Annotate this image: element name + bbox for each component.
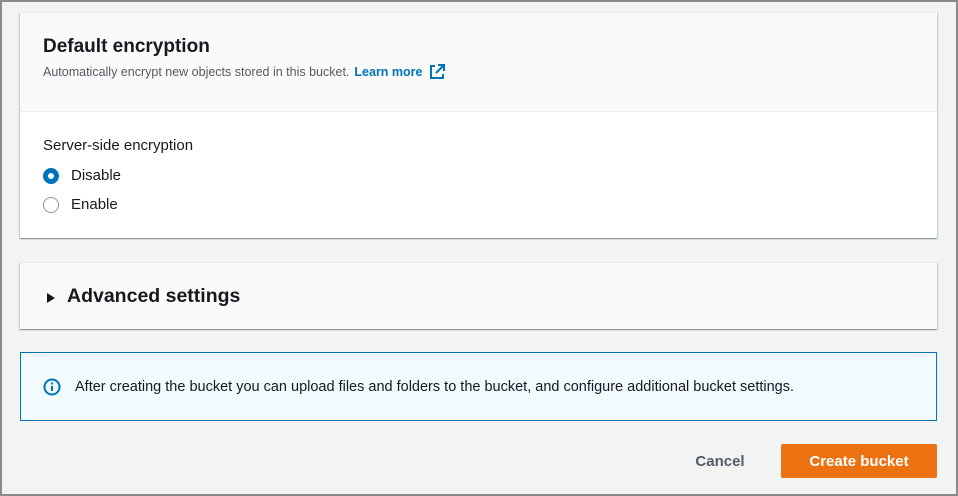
default-encryption-panel: Default encryption Automatically encrypt… <box>20 12 937 238</box>
default-encryption-description: Automatically encrypt new objects stored… <box>43 63 937 81</box>
info-circle-icon <box>43 378 61 396</box>
info-alert: After creating the bucket you can upload… <box>20 352 937 421</box>
default-encryption-title: Default encryption <box>43 36 210 57</box>
radio-disable-label: Disable <box>71 167 122 184</box>
advanced-settings-toggle[interactable]: Advanced settings <box>20 263 937 330</box>
create-bucket-button[interactable]: Create bucket <box>781 444 937 478</box>
advanced-settings-title: Advanced settings <box>67 285 241 307</box>
radio-option-disable[interactable]: Disable <box>43 161 937 190</box>
radio-enable-label: Enable <box>71 196 118 213</box>
learn-more-link[interactable]: Learn more <box>354 63 422 81</box>
cancel-button[interactable]: Cancel <box>680 444 760 478</box>
caret-right-icon <box>45 291 57 303</box>
radio-enable[interactable] <box>43 196 59 213</box>
advanced-settings-panel: Advanced settings <box>20 262 937 329</box>
external-link-icon[interactable] <box>429 64 445 80</box>
default-encryption-header: Default encryption Automatically encrypt… <box>20 13 937 112</box>
info-alert-text: After creating the bucket you can upload… <box>75 378 795 395</box>
radio-disable[interactable] <box>43 167 59 184</box>
radio-option-enable[interactable]: Enable <box>43 190 937 219</box>
server-side-encryption-label: Server-side encryption <box>43 137 194 154</box>
description-text: Automatically encrypt new objects stored… <box>43 65 350 79</box>
default-encryption-body: Server-side encryption Disable Enable <box>20 112 937 219</box>
